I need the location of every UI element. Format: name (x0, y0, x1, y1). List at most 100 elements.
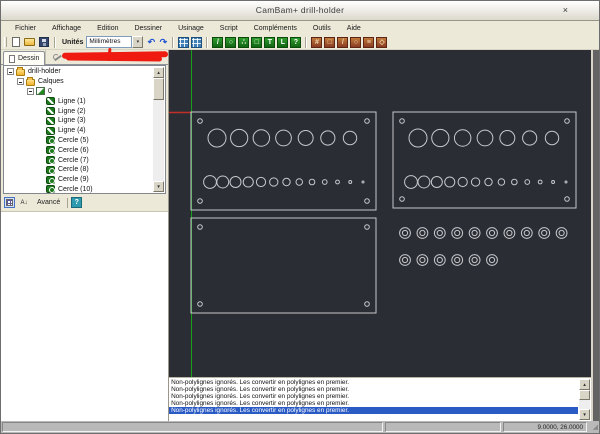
corner-hole (565, 197, 570, 202)
save-file-icon[interactable] (39, 37, 49, 47)
menu-usinage[interactable]: Usinage (170, 22, 212, 35)
tree-item-0[interactable]: 0 (5, 87, 152, 97)
redo-icon[interactable]: ↷ (157, 37, 169, 48)
open-file-icon[interactable] (24, 38, 35, 46)
washer-inner (507, 230, 512, 235)
tree-scrollbar[interactable]: ▲ ▼ (153, 67, 164, 192)
log-line[interactable]: Non-polylignes ignorés. Les convertir en… (169, 407, 578, 414)
tree-item-label: Cercle (6) (58, 147, 89, 154)
categorized-view-icon[interactable] (4, 197, 15, 208)
scroll-up-icon[interactable]: ▲ (579, 379, 590, 390)
scroll-up-icon[interactable]: ▲ (153, 67, 164, 78)
new-file-icon[interactable] (12, 37, 20, 47)
log-line[interactable]: Non-polylignes ignorés. Les convertir en… (169, 379, 578, 386)
log-scrollbar[interactable]: ▲ ▼ (579, 379, 590, 420)
expander-icon[interactable] (7, 68, 14, 75)
draw-polyline-icon[interactable]: / (212, 37, 223, 48)
scroll-down-icon[interactable]: ▼ (579, 409, 590, 420)
tree-item-ligne-2-[interactable]: Ligne (2) (5, 106, 152, 116)
tree-item-ligne-1-[interactable]: Ligne (1) (5, 96, 152, 106)
tree-item-calques[interactable]: Calques (5, 77, 152, 87)
units-dropdown-icon[interactable]: ▾ (132, 36, 143, 48)
tree-item-drill-holder[interactable]: drill-holder (5, 67, 152, 77)
menu-fichier[interactable]: Fichier (7, 22, 44, 35)
property-grid[interactable] (1, 211, 168, 421)
menu-aide[interactable]: Aide (339, 22, 369, 35)
corner-hole (365, 302, 370, 307)
log-line[interactable]: Non-polylignes ignorés. Les convertir en… (169, 393, 578, 400)
units-combobox[interactable]: Millimètres (86, 36, 132, 48)
tree-item-ligne-3-[interactable]: Ligne (3) (5, 116, 152, 126)
corner-hole (565, 119, 570, 124)
draw-rectangle-icon[interactable]: □ (251, 37, 262, 48)
tree-item-label: Ligne (3) (58, 117, 86, 124)
corner-hole (365, 199, 370, 204)
menu-edition[interactable]: Edition (89, 22, 126, 35)
draw-text-icon[interactable]: T (264, 37, 275, 48)
hole (309, 179, 315, 185)
mop-engrave-icon[interactable]: / (337, 37, 348, 48)
menu-complments[interactable]: Compléments (246, 22, 305, 35)
tree-item-cercle-9-[interactable]: Cercle (9) (5, 175, 152, 185)
tree-item-label: Ligne (4) (58, 127, 86, 134)
window-title: CamBam+ drill-holder (1, 5, 599, 15)
hole (477, 130, 493, 146)
advanced-button[interactable]: Avancé (37, 199, 60, 206)
corner-hole (198, 119, 203, 124)
tab-machining[interactable] (45, 50, 168, 64)
tree-item-ligne-4-[interactable]: Ligne (4) (5, 126, 152, 136)
tree-item-cercle-5-[interactable]: Cercle (5) (5, 136, 152, 146)
tree-item-cercle-6-[interactable]: Cercle (6) (5, 145, 152, 155)
grid-display-icon[interactable] (191, 37, 202, 48)
help-icon[interactable]: ? (71, 197, 82, 208)
tree-item-cercle-10-[interactable]: Cercle (10) (5, 185, 152, 194)
toolbar-grip[interactable] (4, 37, 7, 47)
hole (565, 181, 567, 183)
undo-icon[interactable]: ↶ (145, 37, 157, 48)
tree-item-label: Ligne (1) (58, 98, 86, 105)
draw-query-icon[interactable]: ? (290, 37, 301, 48)
washer-outer (504, 228, 515, 239)
washer-inner (455, 230, 460, 235)
hole (418, 176, 430, 188)
grid-snap-icon[interactable] (178, 37, 189, 48)
menu-outils[interactable]: Outils (305, 22, 339, 35)
draw-point-list-icon[interactable]: ∴ (238, 37, 249, 48)
alphabetical-sort-icon[interactable]: A↓ (18, 200, 30, 206)
mop-lathe-icon[interactable]: ≡ (363, 37, 374, 48)
log-line[interactable]: Non-polylignes ignorés. Les convertir en… (169, 400, 578, 407)
close-icon[interactable]: × (563, 5, 568, 15)
scroll-down-icon[interactable]: ▼ (153, 181, 164, 192)
draw-circle-icon[interactable]: ○ (225, 37, 236, 48)
tab-drawing[interactable]: Dessin (3, 51, 45, 65)
scrollbar-thumb[interactable] (153, 78, 164, 100)
draw-line-icon[interactable]: L (277, 37, 288, 48)
title-bar[interactable]: CamBam+ drill-holder × (1, 1, 599, 21)
scrollbar-thumb[interactable] (579, 390, 590, 400)
hole (525, 180, 530, 185)
hole (458, 177, 467, 186)
tree-item-cercle-7-[interactable]: Cercle (7) (5, 155, 152, 165)
washer-outer (469, 228, 480, 239)
window-edge (591, 50, 599, 421)
washer-outer (487, 255, 498, 266)
log-line[interactable]: Non-polylignes ignorés. Les convertir en… (169, 386, 578, 393)
washer-inner (472, 257, 477, 262)
mop-pocket-icon[interactable]: # (311, 37, 322, 48)
menu-dessiner[interactable]: Dessiner (126, 22, 170, 35)
mop-drill-icon[interactable]: ○ (350, 37, 361, 48)
expander-icon[interactable] (17, 78, 24, 85)
resize-grip[interactable]: ◢ (589, 422, 598, 432)
hole (321, 131, 335, 145)
menu-script[interactable]: Script (212, 22, 246, 35)
cad-viewport[interactable] (169, 50, 591, 377)
tree-item-cercle-8-[interactable]: Cercle (8) (5, 165, 152, 175)
corner-hole (198, 225, 203, 230)
mop-3d-profile-icon[interactable]: ◇ (376, 37, 387, 48)
hole (298, 131, 313, 146)
menu-affichage[interactable]: Affichage (44, 22, 89, 35)
mop-profile-icon[interactable]: □ (324, 37, 335, 48)
washer-outer (539, 228, 550, 239)
expander-icon[interactable] (27, 88, 34, 95)
hole (208, 129, 226, 147)
